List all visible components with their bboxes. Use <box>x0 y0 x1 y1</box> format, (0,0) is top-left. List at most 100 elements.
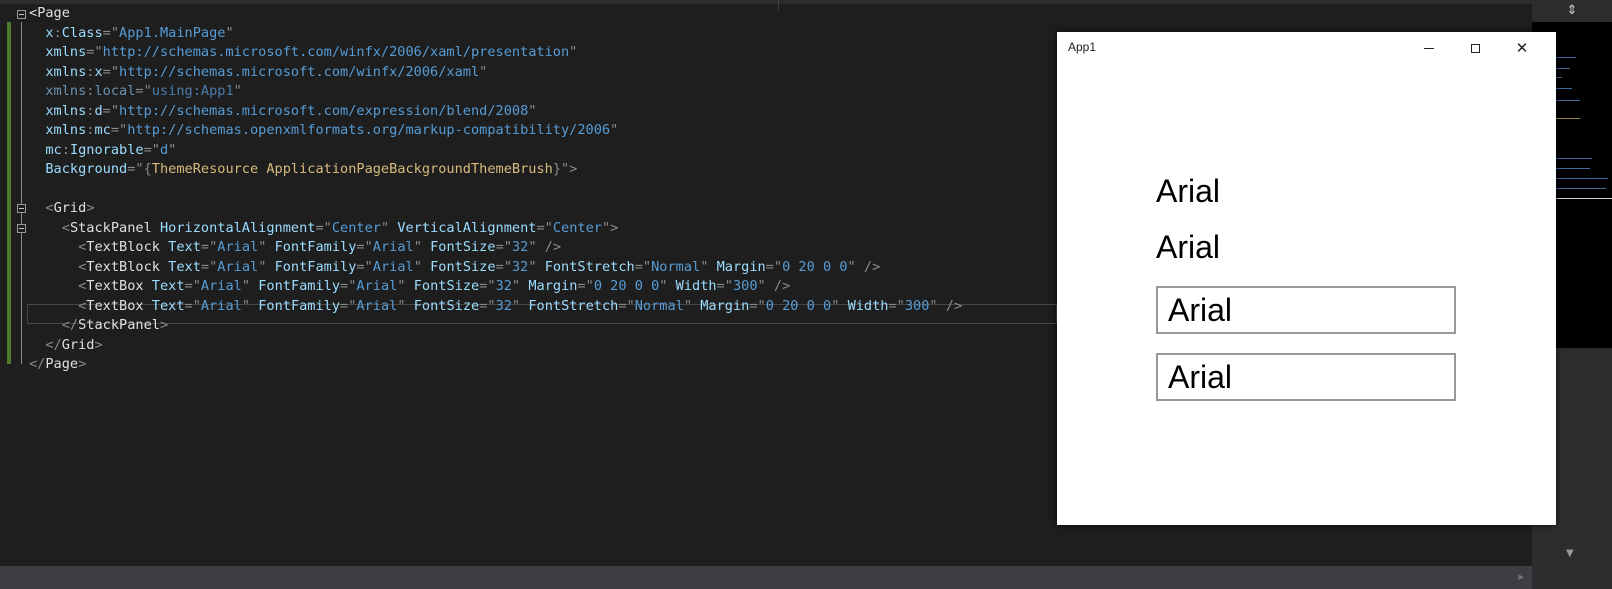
code-token: " <box>831 297 848 314</box>
code-line[interactable]: xmlns:d="http://schemas.microsoft.com/ex… <box>29 101 536 121</box>
code-token: Center <box>331 219 381 236</box>
code-token: " <box>225 24 234 41</box>
code-line[interactable]: xmlns:mc="http://schemas.openxmlformats.… <box>29 120 618 140</box>
close-icon: ✕ <box>1515 38 1529 57</box>
code-token: using:App1 <box>151 83 234 99</box>
code-token: http://schemas.microsoft.com/winfx/2006/… <box>119 63 480 80</box>
code-token: StackPanel <box>78 317 160 333</box>
code-token: =" <box>340 278 357 294</box>
code-token: Arial <box>356 278 398 294</box>
code-token: =" <box>102 63 120 80</box>
fold-toggle-page[interactable] <box>17 10 26 19</box>
code-line[interactable]: xmlns:x="http://schemas.microsoft.com/wi… <box>29 62 487 82</box>
code-token: =" <box>86 44 103 60</box>
code-token: " <box>659 278 676 294</box>
code-token: x <box>45 24 54 41</box>
horizontal-scrollbar[interactable]: ▸ <box>0 566 1532 589</box>
code-token: =" <box>536 219 553 236</box>
textbox-arial-1[interactable] <box>1156 286 1456 334</box>
code-token: FontSize <box>430 239 496 255</box>
code-token: xmlns <box>45 122 87 138</box>
code-line[interactable]: <TextBox Text="Arial" FontFamily="Arial"… <box>29 296 962 316</box>
code-token: =" <box>749 297 766 314</box>
code-token: =" <box>716 278 733 294</box>
code-token: TextBox <box>86 297 152 314</box>
code-token: Margin <box>716 258 766 275</box>
code-token: Text <box>151 297 185 314</box>
code-token: FontStretch <box>528 297 619 314</box>
minimize-button[interactable] <box>1406 32 1452 64</box>
code-token: Text <box>151 278 185 294</box>
code-token: Arial <box>372 258 414 275</box>
code-token: 300 <box>732 278 758 294</box>
code-token: =" <box>143 141 160 158</box>
code-line[interactable]: </StackPanel> <box>29 315 168 335</box>
code-token: " <box>511 297 529 314</box>
code-line[interactable]: mc:Ignorable="d" <box>29 140 176 160</box>
fold-toggle-grid[interactable] <box>17 204 26 213</box>
code-line[interactable]: <StackPanel HorizontalAlignment="Center"… <box>29 218 619 238</box>
code-line[interactable]: xmlns:local="using:App1" <box>29 81 241 101</box>
code-token: =" <box>479 278 496 294</box>
code-line[interactable]: Background="{ThemeResource ApplicationPa… <box>29 159 577 179</box>
code-token: local <box>94 83 136 99</box>
code-token: FontSize <box>413 278 480 294</box>
code-token: Margin <box>700 297 750 314</box>
scroll-right-arrow-icon[interactable]: ▸ <box>1518 570 1524 583</box>
code-line[interactable]: </Grid> <box>29 335 102 355</box>
textbox-arial-2[interactable] <box>1156 353 1456 401</box>
code-token: " <box>610 122 619 138</box>
code-token: " <box>700 258 717 275</box>
code-token: " <box>511 278 529 294</box>
maximize-button[interactable] <box>1452 32 1498 64</box>
code-token: </ <box>45 336 62 353</box>
scroll-down-arrow-icon[interactable]: ▼ <box>1566 548 1574 559</box>
code-token: Background <box>45 161 128 177</box>
outline-guide <box>21 22 22 364</box>
code-token: " <box>479 63 488 80</box>
code-token: =" <box>479 297 496 314</box>
code-line[interactable]: </Page> <box>29 354 86 374</box>
code-token: 32 <box>495 278 512 294</box>
code-token: mc <box>45 141 62 158</box>
code-token: " <box>413 239 431 255</box>
code-token: =" <box>577 278 594 294</box>
close-button[interactable]: ✕ <box>1499 32 1545 64</box>
code-token: 0 20 0 0 <box>593 278 660 294</box>
code-token: =" <box>618 297 635 314</box>
code-token: App1.MainPage <box>119 24 226 41</box>
code-token: FontFamily <box>258 297 341 314</box>
split-editor-icon[interactable]: ⇕ <box>1532 0 1612 22</box>
code-line[interactable]: <TextBox Text="Arial" FontFamily="Arial"… <box>29 276 790 296</box>
code-token: Arial <box>356 297 398 314</box>
code-token: FontFamily <box>258 278 341 294</box>
code-token: Center <box>552 219 602 236</box>
code-token: =" <box>135 83 152 99</box>
code-token: =" <box>200 239 218 255</box>
code-token: =" <box>356 258 373 275</box>
code-token: > <box>86 200 95 216</box>
code-token: Arial <box>217 258 259 275</box>
app-window[interactable]: App1 ✕ Arial Arial <box>1057 32 1556 525</box>
code-token: " <box>258 239 275 255</box>
code-line[interactable]: x:Class="App1.MainPage" <box>29 23 234 43</box>
code-line[interactable]: <TextBlock Text="Arial" FontFamily="Aria… <box>29 257 880 277</box>
code-token: Class <box>61 24 103 41</box>
editor-top-strip <box>0 0 1532 4</box>
code-token: " /> <box>528 239 562 255</box>
code-line[interactable]: <TextBlock Text="Arial" FontFamily="Aria… <box>29 237 561 257</box>
fold-toggle-stackpanel[interactable] <box>17 224 26 233</box>
code-line[interactable]: <Grid> <box>29 198 95 218</box>
code-token: " <box>413 258 431 275</box>
code-token: =" <box>102 24 120 41</box>
code-token: StackPanel <box>69 219 160 236</box>
code-line[interactable]: <Page <box>29 3 70 23</box>
code-line[interactable]: xmlns="http://schemas.microsoft.com/winf… <box>29 42 577 62</box>
